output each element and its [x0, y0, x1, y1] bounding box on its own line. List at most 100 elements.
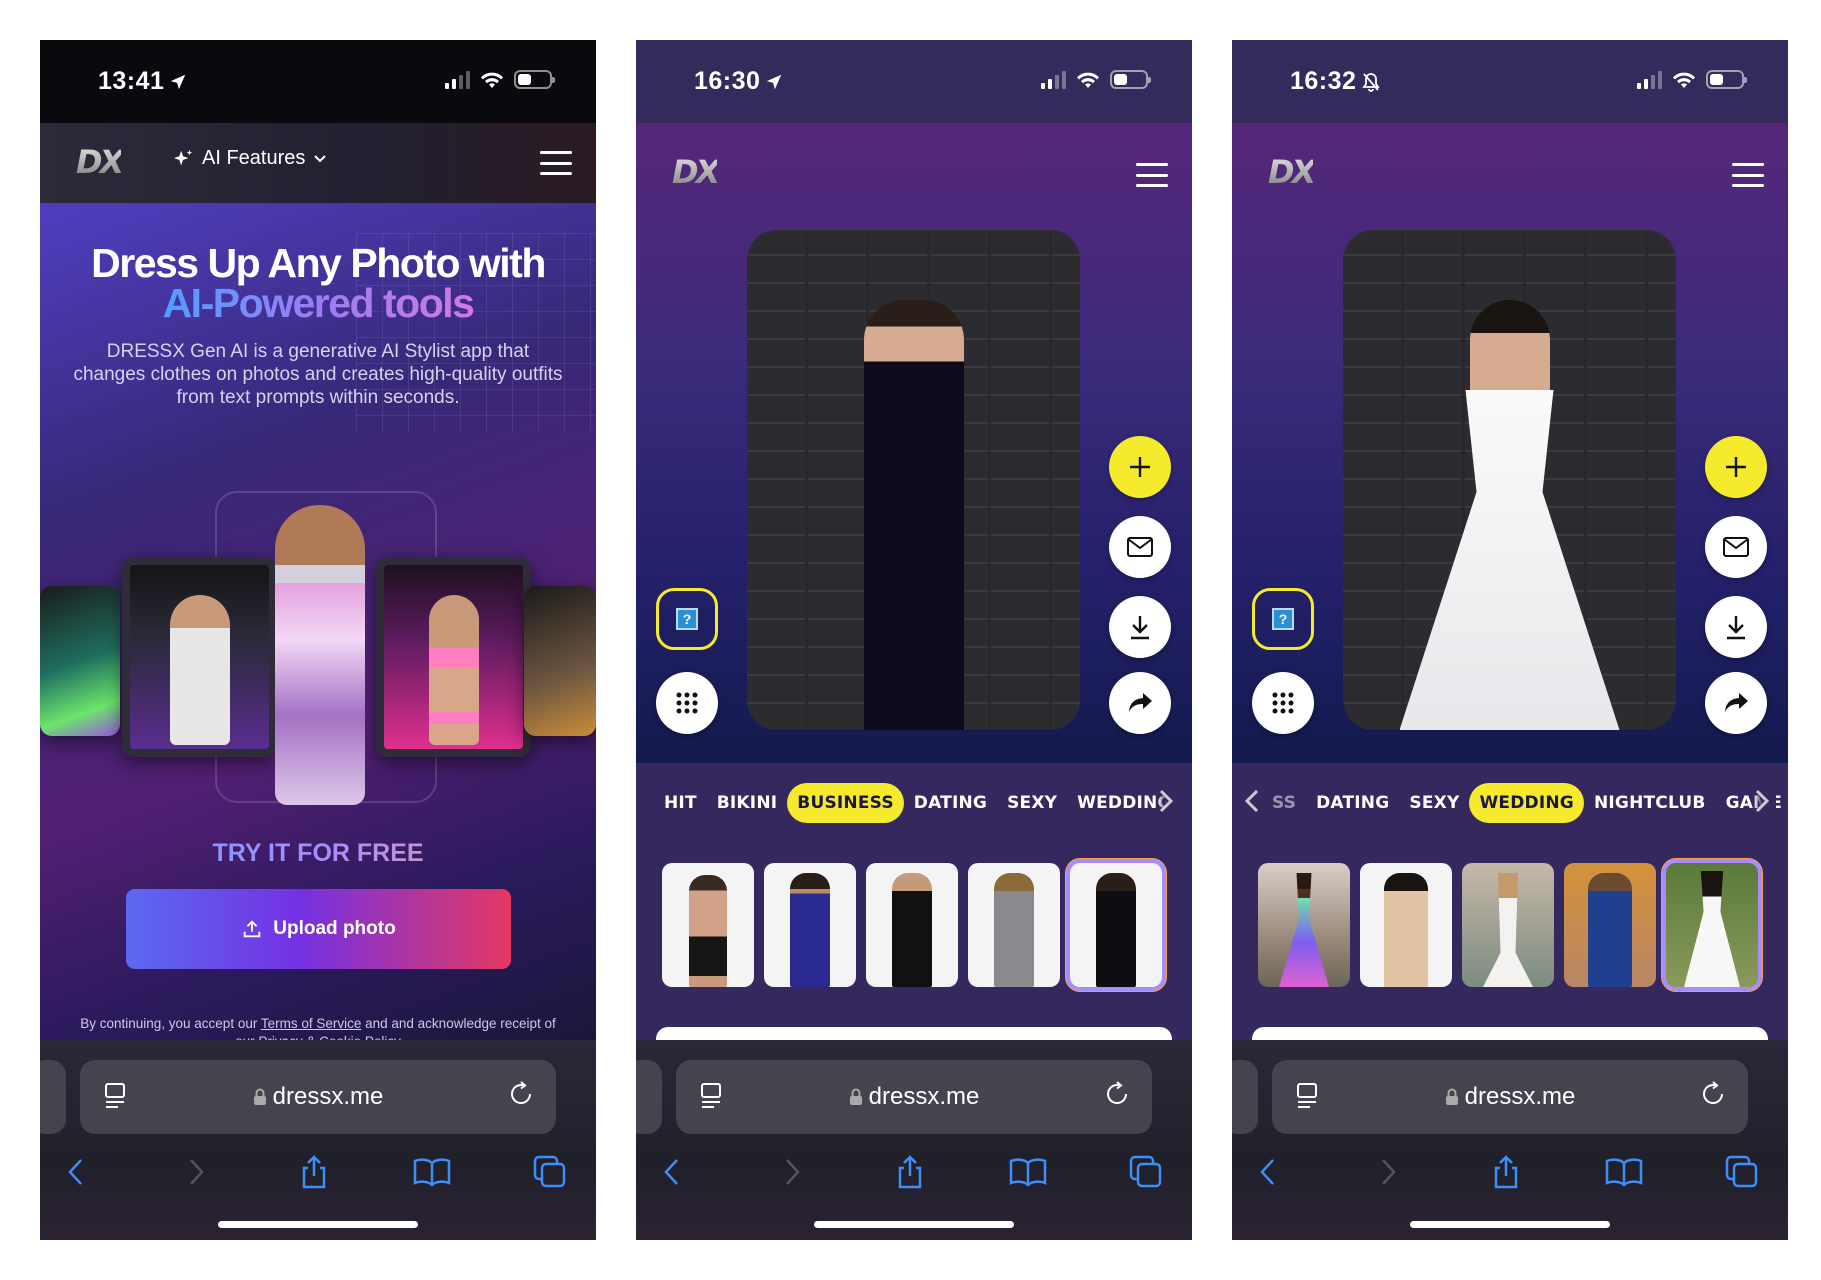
apps-grid-button[interactable]: [656, 672, 718, 734]
reader-mode-icon[interactable]: [698, 1082, 724, 1110]
help-button[interactable]: ?: [1252, 588, 1314, 650]
location-arrow-icon: [171, 74, 186, 89]
outfit-thumbnail[interactable]: [866, 863, 958, 987]
outfit-thumbnail-selected[interactable]: [1070, 863, 1162, 987]
dx-logo[interactable]: DX: [76, 143, 124, 181]
cellular-signal-icon: [1041, 70, 1066, 89]
bookmarks-button[interactable]: [1008, 1152, 1048, 1192]
site-header: DX AI Features: [40, 123, 596, 203]
category-tab-game[interactable]: GAME: [1716, 783, 1788, 823]
category-tab-dating[interactable]: DATING: [904, 783, 997, 823]
scroll-right-arrow[interactable]: [1158, 787, 1180, 819]
chevron-right-icon: [1159, 789, 1174, 813]
share-result-button[interactable]: [1705, 672, 1767, 734]
address-bar[interactable]: dressx.me: [80, 1060, 556, 1134]
url-text: dressx.me: [272, 1083, 384, 1110]
outfit-thumbnail-selected[interactable]: [1666, 863, 1758, 987]
book-icon: [1009, 1158, 1047, 1187]
category-tab-sexy[interactable]: SEXY: [1399, 783, 1469, 823]
terms-of-service-link[interactable]: Terms of Service: [261, 1016, 362, 1031]
hero-description: DRESSX Gen AI is a generative AI Stylist…: [73, 341, 563, 408]
outfit-thumbnail[interactable]: [662, 863, 754, 987]
category-tab-nightclub[interactable]: NIGHTCLUB: [1584, 783, 1716, 823]
forward-button[interactable]: [1368, 1152, 1408, 1192]
forward-button[interactable]: [772, 1152, 812, 1192]
download-button[interactable]: [1705, 596, 1767, 658]
outfit-showcase: [40, 491, 596, 811]
hamburger-menu-button[interactable]: [540, 151, 572, 175]
cellular-signal-icon: [1637, 70, 1662, 89]
category-tab-hit[interactable]: HIT: [654, 783, 707, 823]
reload-icon[interactable]: [1104, 1080, 1132, 1110]
reload-icon[interactable]: [1700, 1080, 1728, 1110]
battery-icon: [1110, 70, 1151, 89]
reader-mode-icon[interactable]: [102, 1082, 128, 1110]
hamburger-menu-button[interactable]: [1732, 163, 1764, 187]
try-free-heading: TRY IT FOR FREE: [40, 839, 596, 868]
reload-icon[interactable]: [508, 1080, 536, 1110]
share-result-button[interactable]: [1109, 672, 1171, 734]
address-bar[interactable]: dressx.me: [676, 1060, 1152, 1134]
category-tab-business[interactable]: BUSINESS: [787, 783, 904, 823]
tabs-button[interactable]: [530, 1152, 570, 1192]
previous-tab-peek[interactable]: [636, 1060, 662, 1134]
category-tab-bikini[interactable]: BIKINI: [707, 783, 788, 823]
tabs-button[interactable]: [1722, 1152, 1762, 1192]
wifi-icon: [1077, 72, 1099, 88]
phone-screen-wedding: 16:32 DX ? SS DATING SEXY WEDDING NIGHTC…: [1232, 40, 1788, 1240]
add-button[interactable]: [1705, 436, 1767, 498]
back-button[interactable]: [652, 1152, 692, 1192]
upload-photo-button[interactable]: Upload photo: [126, 889, 511, 969]
category-tab-sexy[interactable]: SEXY: [997, 783, 1067, 823]
category-tabs: SS DATING SEXY WEDDING NIGHTCLUB GAME: [1232, 763, 1788, 843]
outfit-thumbnail[interactable]: [1360, 863, 1452, 987]
share-icon: [302, 1155, 326, 1189]
dx-logo[interactable]: DX: [672, 153, 720, 191]
bookmarks-button[interactable]: [412, 1152, 452, 1192]
previous-tab-peek[interactable]: [1232, 1060, 1258, 1134]
category-tabs: HIT BIKINI BUSINESS DATING SEXY WEDDING: [636, 763, 1192, 843]
safari-toolbar: dressx.me: [40, 1040, 596, 1240]
outfit-thumbnail[interactable]: [764, 863, 856, 987]
chevron-right-icon: [786, 1159, 800, 1185]
previous-tab-peek[interactable]: [40, 1060, 66, 1134]
help-button[interactable]: ?: [656, 588, 718, 650]
download-button[interactable]: [1109, 596, 1171, 658]
outfit-thumbnail[interactable]: [1258, 863, 1350, 987]
hero-title: Dress Up Any Photo with: [91, 240, 546, 286]
email-button[interactable]: [1109, 516, 1171, 578]
lock-icon: [849, 1088, 862, 1105]
url-text: dressx.me: [1464, 1083, 1576, 1110]
reader-mode-icon[interactable]: [1294, 1082, 1320, 1110]
back-button[interactable]: [56, 1152, 96, 1192]
url-text: dressx.me: [868, 1083, 980, 1110]
outfit-thumbnails: [1258, 863, 1758, 987]
dx-logo[interactable]: DX: [1268, 153, 1316, 191]
category-tab-dating[interactable]: DATING: [1306, 783, 1399, 823]
apps-grid-button[interactable]: [1252, 672, 1314, 734]
scroll-right-arrow[interactable]: [1754, 787, 1776, 819]
outfit-thumbnail[interactable]: [968, 863, 1060, 987]
hamburger-menu-button[interactable]: [1136, 163, 1168, 187]
bookmarks-button[interactable]: [1604, 1152, 1644, 1192]
safari-toolbar: dressx.me: [636, 1040, 1192, 1240]
outfit-thumbnail[interactable]: [1462, 863, 1554, 987]
email-button[interactable]: [1705, 516, 1767, 578]
mail-icon: [1723, 537, 1749, 557]
home-indicator: [814, 1221, 1014, 1228]
outfit-card-gold: [524, 586, 596, 736]
category-tab-wedding[interactable]: WEDDING: [1469, 783, 1584, 823]
scroll-left-arrow[interactable]: [1244, 787, 1266, 819]
address-bar[interactable]: dressx.me: [1272, 1060, 1748, 1134]
tabs-button[interactable]: [1126, 1152, 1166, 1192]
share-icon: [898, 1155, 922, 1189]
ai-features-menu[interactable]: AI Features: [172, 147, 327, 170]
share-arrow-icon: [1725, 693, 1748, 712]
forward-button[interactable]: [176, 1152, 216, 1192]
share-button[interactable]: [1486, 1152, 1526, 1192]
share-button[interactable]: [294, 1152, 334, 1192]
share-button[interactable]: [890, 1152, 930, 1192]
outfit-thumbnail[interactable]: [1564, 863, 1656, 987]
add-button[interactable]: [1109, 436, 1171, 498]
back-button[interactable]: [1248, 1152, 1288, 1192]
